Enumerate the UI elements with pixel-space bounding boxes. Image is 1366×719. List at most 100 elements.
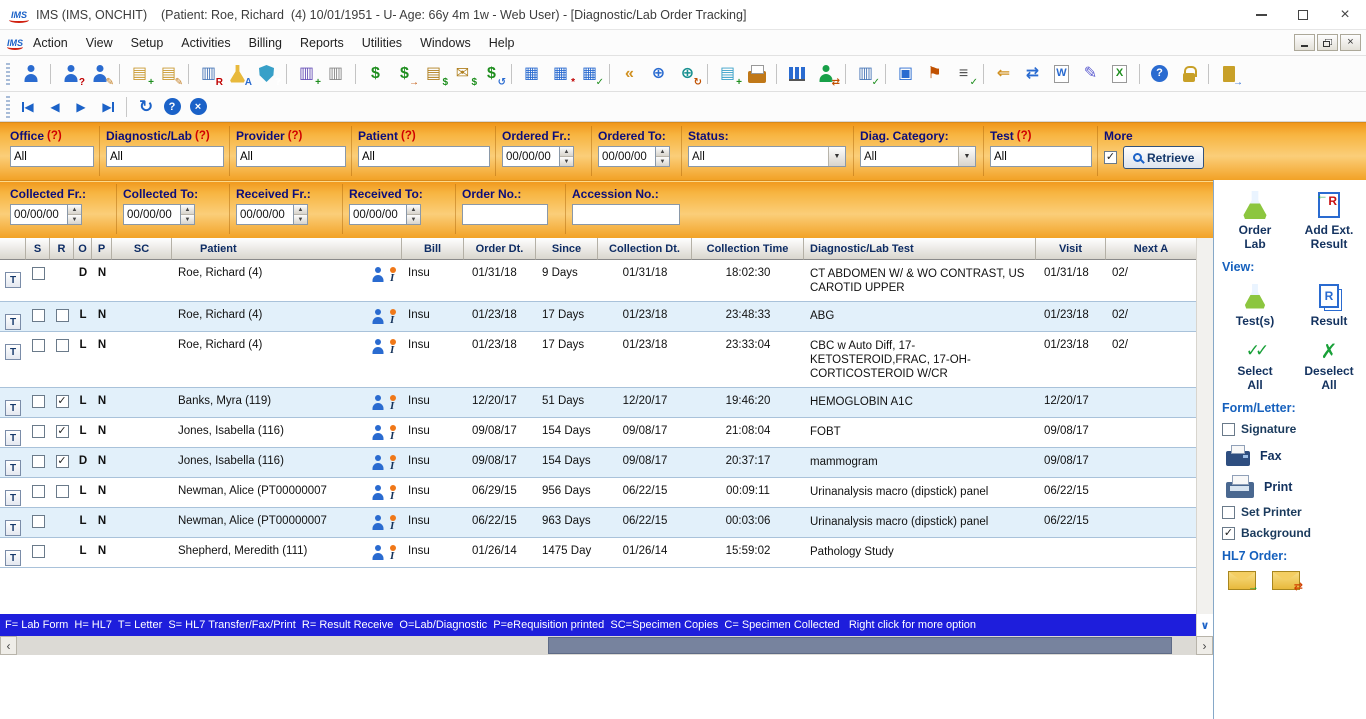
menu-item[interactable]: Reports [291, 32, 353, 54]
hl7-transfer-checkbox[interactable] [32, 309, 45, 322]
view-result-button[interactable]: Result [1294, 278, 1364, 328]
signature-checkbox-row[interactable]: Signature [1222, 422, 1364, 436]
chart-card-icon[interactable]: ▤ + [714, 60, 741, 87]
lock-icon[interactable] [1175, 60, 1202, 87]
test-help[interactable]: (?) [1017, 130, 1032, 142]
patient-details-icon[interactable] [371, 267, 384, 282]
appointment-confirm-icon[interactable]: ▦ ✓ [576, 60, 603, 87]
letter-flag-button[interactable]: T [5, 400, 21, 416]
spin-down-icon[interactable]: ▼ [181, 214, 194, 224]
patient-input[interactable] [358, 146, 490, 167]
result-received-checkbox[interactable] [56, 425, 69, 438]
shield-icon[interactable]: ? [253, 60, 280, 87]
collected-from-date[interactable]: 00/00/00 ▲▼ [10, 204, 110, 225]
column-header-sc[interactable]: SC [112, 238, 172, 260]
menu-item[interactable]: Setup [122, 32, 173, 54]
patient-details-icon[interactable] [371, 395, 384, 410]
schedule-icon[interactable]: ▦ [518, 60, 545, 87]
insurance-info-icon[interactable] [388, 515, 398, 530]
result-received-checkbox[interactable] [56, 455, 69, 468]
result-received-checkbox[interactable] [56, 309, 69, 322]
patient-edit-icon[interactable]: ✎ [86, 60, 113, 87]
letter-flag-button[interactable]: T [5, 520, 21, 536]
insurance-info-icon[interactable] [388, 545, 398, 560]
table-row[interactable]: T L N Jones, Isabella (116) [0, 418, 1196, 448]
spin-down-icon[interactable]: ▼ [294, 214, 307, 224]
spin-up-icon[interactable]: ▲ [181, 205, 194, 214]
column-header-o[interactable]: O [74, 238, 92, 260]
add-ext-result-button[interactable]: ←R Add Ext. Result [1294, 187, 1364, 251]
provider-help[interactable]: (?) [288, 130, 303, 142]
status-dropdown[interactable]: All ▼ [688, 146, 846, 167]
column-header-bill[interactable]: Bill [402, 238, 464, 260]
hl7-transfer-checkbox[interactable] [32, 455, 45, 468]
scrollbar-track[interactable] [17, 636, 1196, 655]
patient-details-icon[interactable] [371, 339, 384, 354]
hl7-transfer-checkbox[interactable] [32, 485, 45, 498]
hl7-transfer-checkbox[interactable] [32, 425, 45, 438]
hl7-transfer-checkbox[interactable] [32, 515, 45, 528]
pin-flag-icon[interactable]: ⚑ [921, 60, 948, 87]
order-lab-button[interactable]: ★ Order Lab [1220, 187, 1290, 251]
insurance-info-icon[interactable] [388, 425, 398, 440]
table-row[interactable]: T L N Roe, Richard (4) [0, 332, 1196, 388]
column-header-collection-dt[interactable]: Collection Dt. [598, 238, 692, 260]
letter-flag-button[interactable]: T [5, 314, 21, 330]
letter-edit-icon[interactable]: ✎ [1077, 60, 1104, 87]
lab-flask-icon[interactable]: A [224, 60, 251, 87]
close-window-icon[interactable]: × [186, 96, 210, 118]
diagnostic-lab-input[interactable] [106, 146, 224, 167]
column-header-test[interactable]: Diagnostic/Lab Test [804, 238, 1036, 260]
hl7-transfer-checkbox[interactable] [32, 545, 45, 558]
fax-button[interactable]: Fax [1226, 445, 1364, 466]
ordered-to-date[interactable]: 00/00/00 ▲▼ [598, 146, 675, 167]
insurance-info-icon[interactable] [388, 395, 398, 410]
referral-icon[interactable]: « [616, 60, 643, 87]
web-sync-icon[interactable]: ⊕ ↻ [674, 60, 701, 87]
deselect-all-button[interactable]: Deselect All [1294, 338, 1364, 392]
retrieve-button[interactable]: Retrieve [1123, 146, 1204, 169]
print-button[interactable]: Print [1226, 475, 1364, 498]
refund-icon[interactable]: $ ↺ [478, 60, 505, 87]
menu-item[interactable]: Utilities [353, 32, 411, 54]
maximize-button[interactable] [1282, 0, 1324, 29]
table-row[interactable]: T D N Jones, Isabella (116) [0, 448, 1196, 478]
account-edit-icon[interactable]: ▤ ✎ [155, 60, 182, 87]
help-icon[interactable]: ? [1146, 60, 1173, 87]
close-button[interactable]: × [1324, 0, 1366, 29]
patient-transfer-icon[interactable]: ⇄ [812, 60, 839, 87]
hl7-resend-envelope-icon[interactable]: ⇄ [1272, 571, 1300, 590]
help-icon[interactable]: ? [160, 96, 184, 118]
letter-flag-button[interactable]: T [5, 460, 21, 476]
mdi-close-button[interactable]: × [1340, 34, 1361, 51]
select-all-button[interactable]: Select All [1220, 338, 1290, 392]
scroll-left-icon[interactable]: ‹ [0, 636, 17, 655]
spin-up-icon[interactable]: ▲ [560, 147, 573, 156]
patient-details-icon[interactable] [371, 485, 384, 500]
test-input[interactable] [990, 146, 1092, 167]
view-tests-button[interactable]: ★ Test(s) [1220, 278, 1290, 328]
scroll-down-icon[interactable]: ∨ [1196, 614, 1213, 636]
more-checkbox[interactable] [1104, 151, 1117, 164]
interface-sync-icon[interactable]: ⇄ [1019, 60, 1046, 87]
ledger-icon[interactable]: ▤ $ [420, 60, 447, 87]
patient-help[interactable]: (?) [401, 130, 416, 142]
requisition-icon[interactable]: ▥ R [195, 60, 222, 87]
web-globe-icon[interactable]: ⊕ [645, 60, 672, 87]
column-header-collection-time[interactable]: Collection Time [692, 238, 804, 260]
table-row[interactable]: T L N Shepherd, Meredith (111) [0, 538, 1196, 568]
scroll-right-icon[interactable]: › [1196, 636, 1213, 655]
spin-down-icon[interactable]: ▼ [407, 214, 420, 224]
logout-icon[interactable]: → [1215, 60, 1242, 87]
ordered-from-date[interactable]: 00/00/00 ▲▼ [502, 146, 585, 167]
menu-item[interactable]: View [77, 32, 122, 54]
column-header-since[interactable]: Since [536, 238, 598, 260]
table-row[interactable]: T L N Roe, Richard (4) [0, 302, 1196, 332]
patient-info-icon[interactable]: ? [57, 60, 84, 87]
insurance-info-icon[interactable] [388, 267, 398, 282]
letter-flag-button[interactable]: T [5, 272, 21, 288]
order-no-input[interactable] [462, 204, 548, 225]
spin-up-icon[interactable]: ▲ [407, 205, 420, 214]
resource-schedule-icon[interactable]: ▦ * [547, 60, 574, 87]
column-header-p[interactable]: P [92, 238, 112, 260]
